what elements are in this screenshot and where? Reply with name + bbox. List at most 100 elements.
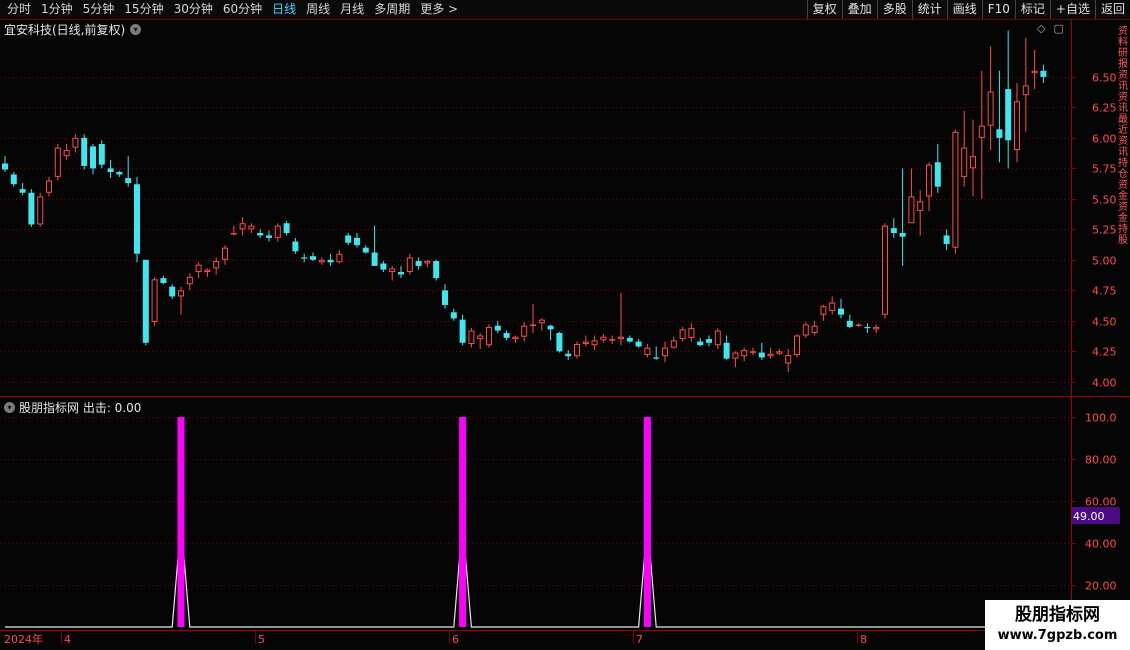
candle: [688, 323, 695, 342]
candle: [494, 320, 501, 334]
month-label: 7: [636, 633, 643, 646]
candle: [899, 168, 906, 266]
candle-body: [380, 263, 387, 270]
candlesticks: [2, 30, 1047, 373]
candle-body: [10, 174, 17, 185]
candle: [186, 273, 193, 291]
candle-body: [926, 164, 932, 197]
candle-body: [494, 325, 501, 331]
price-tick-label: 4.25: [1092, 346, 1117, 359]
candle-body: [565, 353, 572, 357]
candle-body: [283, 223, 290, 234]
candle-body: [1005, 89, 1012, 141]
candle: [802, 322, 809, 338]
candle-body: [134, 184, 140, 254]
candle: [952, 129, 959, 254]
candle: [195, 262, 202, 279]
candle: [362, 245, 369, 254]
candle: [354, 233, 360, 248]
watermark-url: www.7gpzb.com: [997, 628, 1118, 643]
candle: [987, 46, 994, 151]
candle: [468, 328, 475, 348]
candle-body: [345, 235, 352, 243]
candle: [767, 347, 774, 359]
candle: [714, 328, 721, 349]
candle: [28, 189, 35, 227]
candle-body: [785, 354, 792, 364]
candle: [662, 341, 668, 363]
candle-body: [961, 147, 968, 177]
candle: [301, 253, 308, 263]
candle: [389, 265, 396, 281]
candle: [890, 218, 897, 238]
candle-body: [142, 259, 149, 343]
candle: [10, 172, 17, 187]
candle-body: [846, 320, 853, 327]
candle-body: [873, 326, 880, 330]
candle: [90, 143, 96, 175]
candle: [644, 343, 651, 358]
candle-body: [1040, 70, 1047, 77]
candle-body: [433, 261, 440, 279]
candle-body: [917, 201, 924, 212]
candle: [670, 336, 677, 349]
candle-body: [978, 125, 985, 138]
candle-body: [116, 172, 123, 175]
candle: [1005, 30, 1012, 169]
candle-body: [750, 351, 756, 353]
candle: [653, 346, 660, 360]
candle: [477, 333, 484, 349]
candle-body: [151, 279, 158, 323]
candle-body: [28, 192, 35, 225]
price-tick-label: 4.00: [1092, 377, 1117, 390]
candle: [697, 337, 704, 347]
candle-body: [98, 143, 105, 165]
candle: [538, 318, 545, 331]
candle: [292, 237, 299, 254]
candle-body: [609, 339, 616, 341]
candle: [556, 331, 563, 353]
candle-body: [398, 272, 404, 275]
price-tick-label: 5.25: [1092, 224, 1117, 237]
current-value-label: 49.00: [1073, 510, 1105, 523]
candle: [785, 348, 792, 373]
candle: [978, 70, 985, 199]
candle-body: [794, 335, 800, 355]
candle-body: [46, 180, 52, 193]
candle: [591, 335, 598, 351]
candle: [908, 168, 915, 224]
candle: [820, 304, 827, 321]
price-tick-label: 5.00: [1092, 255, 1117, 268]
price-tick-label: 5.75: [1092, 163, 1117, 176]
indicator-series: [5, 417, 1053, 628]
candle: [723, 335, 730, 360]
month-label: 8: [860, 633, 867, 646]
chevron-down-icon[interactable]: ▾: [4, 402, 15, 413]
candle-body: [486, 326, 492, 346]
candle: [266, 230, 272, 242]
candle-body: [310, 256, 316, 260]
signal-bar: [459, 417, 467, 627]
candle: [1022, 37, 1029, 132]
candle: [46, 176, 52, 197]
candle-body: [274, 225, 281, 238]
candle-body: [987, 91, 994, 126]
candle: [19, 182, 26, 196]
candle-body: [688, 328, 695, 338]
candle-body: [266, 235, 272, 238]
candle: [345, 233, 352, 246]
candle-body: [758, 352, 765, 358]
candle: [943, 229, 950, 251]
candle: [37, 192, 44, 227]
candle: [257, 229, 264, 238]
candle: [134, 176, 140, 263]
candle: [530, 303, 536, 334]
candle-body: [767, 353, 774, 357]
candle-body: [952, 131, 959, 248]
candle: [679, 326, 686, 342]
candle-body: [899, 233, 906, 237]
candle: [838, 298, 844, 319]
candle: [1014, 82, 1020, 163]
candle-body: [54, 147, 61, 177]
candle: [512, 335, 519, 343]
